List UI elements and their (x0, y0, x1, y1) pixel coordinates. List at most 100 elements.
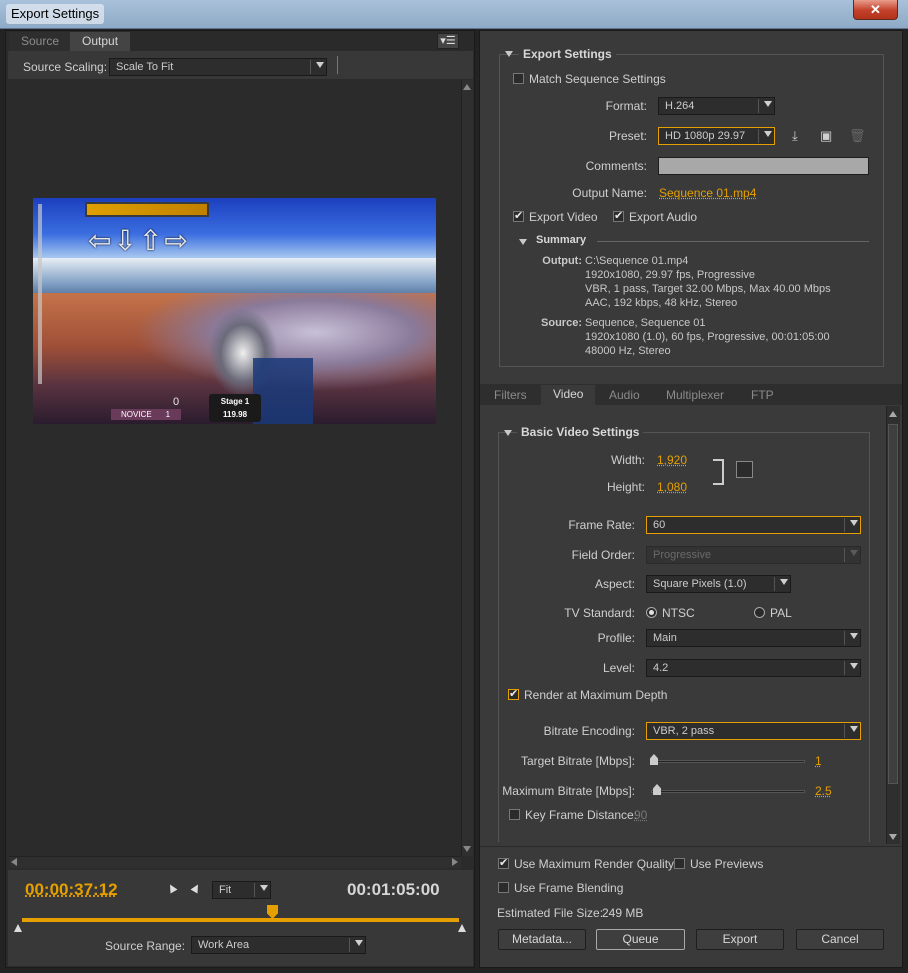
export-video-checkbox[interactable] (513, 209, 524, 222)
collapse-icon[interactable] (505, 51, 513, 57)
save-preset-icon[interactable]: ⤓ (792, 128, 798, 144)
settings-scroll-up-icon[interactable] (889, 411, 897, 417)
tab-multiplexer[interactable]: Multiplexer (656, 386, 735, 405)
comments-label: Comments: (585, 159, 647, 173)
render-max-depth-label: Render at Maximum Depth (524, 688, 668, 702)
work-area-end-icon[interactable] (458, 924, 466, 932)
preview-horizontal-scrollbar[interactable] (9, 856, 461, 868)
preview-vertical-scrollbar[interactable] (461, 80, 473, 856)
scroll-up-icon[interactable] (463, 84, 471, 90)
summary-divider (597, 241, 869, 242)
use-previews-checkbox[interactable] (674, 858, 685, 869)
estimated-size-value: 249 MB (602, 906, 644, 920)
summary-header: Summary (536, 234, 587, 246)
use-max-render-label: Use Maximum Render Quality (514, 857, 675, 871)
source-scaling-label: Source Scaling: (23, 60, 108, 74)
export-button[interactable]: Export (696, 929, 784, 950)
stage-badge: Stage 1 119.98 (209, 394, 261, 422)
summary-output-line-4: AAC, 192 kbps, 48 kHz, Stereo (585, 297, 738, 309)
export-audio-label: Export Audio (629, 210, 698, 224)
difficulty-badge: NOVICE 1 (111, 409, 181, 420)
target-bitrate-value[interactable]: 1 (815, 754, 822, 768)
timeline-track[interactable] (22, 918, 459, 922)
work-area-start-icon[interactable] (14, 924, 22, 932)
window-title: Export Settings (6, 4, 105, 24)
profile-label: Profile: (597, 631, 635, 645)
use-previews-label: Use Previews (690, 857, 764, 871)
use-max-render-checkbox[interactable] (498, 856, 509, 869)
basic-video-header: Basic Video Settings (517, 425, 644, 439)
tab-filters[interactable]: Filters (484, 386, 537, 405)
level-dropdown[interactable]: 4.2 (646, 659, 861, 677)
summary-collapse-icon[interactable] (519, 239, 527, 245)
key-frame-label: Key Frame Distance: (525, 808, 638, 822)
frame-rate-dropdown[interactable]: 60 (646, 516, 861, 534)
max-bitrate-value[interactable]: 2.5 (815, 784, 832, 798)
bitrate-encoding-dropdown[interactable]: VBR, 2 pass (646, 722, 861, 740)
close-button[interactable]: ✕ (853, 0, 898, 20)
tab-video[interactable]: Video (541, 385, 596, 405)
arrow-icons: ⇦⇩⇧⇨ (88, 225, 190, 256)
summary-source-line-2: 1920x1080 (1.0), 60 fps, Progressive, 00… (585, 331, 830, 343)
summary-output-label: Output: (542, 255, 582, 267)
aspect-dropdown[interactable]: Square Pixels (1.0) (646, 575, 791, 593)
output-name-label: Output Name: (572, 186, 647, 200)
source-range-dropdown[interactable]: Work Area (191, 936, 366, 954)
tab-source[interactable]: Source (9, 32, 72, 51)
width-value[interactable]: 1,920 (657, 453, 687, 467)
aspect-label: Aspect: (594, 577, 635, 591)
import-preset-icon[interactable]: ▣ (820, 128, 832, 144)
render-max-depth-checkbox[interactable] (508, 687, 519, 700)
summary-output-line-3: VBR, 1 pass, Target 32.00 Mbps, Max 40.0… (585, 283, 831, 295)
summary-source-label: Source: (541, 317, 582, 329)
key-frame-checkbox[interactable] (509, 809, 520, 820)
field-order-dropdown[interactable]: Progressive (646, 546, 861, 564)
tab-ftp[interactable]: FTP (741, 386, 784, 405)
scroll-down-icon[interactable] (463, 846, 471, 852)
tab-audio[interactable]: Audio (599, 386, 650, 405)
constrain-proportions-checkbox[interactable] (736, 461, 753, 478)
panel-menu-icon[interactable]: ▾☰ (437, 33, 459, 49)
source-range-label: Source Range: (105, 939, 186, 953)
target-bitrate-label: Target Bitrate [Mbps]: (520, 754, 635, 768)
tab-output[interactable]: Output (70, 32, 131, 51)
life-bar (85, 202, 209, 217)
height-value[interactable]: 1,080 (657, 480, 687, 494)
cancel-button[interactable]: Cancel (796, 929, 884, 950)
zoom-dropdown[interactable]: Fit (212, 881, 271, 899)
settings-scroll-down-icon[interactable] (889, 834, 897, 840)
settings-scroll-thumb[interactable] (888, 424, 898, 784)
use-frame-blending-checkbox[interactable] (498, 882, 509, 893)
video-preview-frame: ⇦⇩⇧⇨ Stage 1 119.98 NOVICE 1 0 (33, 198, 436, 424)
divider (337, 56, 338, 74)
summary-source-line-1: Sequence, Sequence 01 (585, 317, 706, 329)
delete-preset-icon[interactable]: 🗑 (849, 128, 866, 144)
basic-video-collapse-icon[interactable] (504, 430, 512, 436)
title-bar (0, 0, 908, 29)
pal-radio[interactable] (754, 607, 765, 618)
output-name-link[interactable]: Sequence 01.mp4 (659, 186, 756, 200)
profile-dropdown[interactable]: Main (646, 629, 861, 647)
current-timecode[interactable]: 00:00:37:12 (25, 880, 118, 900)
format-dropdown[interactable]: H.264 (658, 97, 775, 115)
source-scaling-dropdown[interactable]: Scale To Fit (109, 58, 327, 76)
summary-output-line-2: 1920x1080, 29.97 fps, Progressive (585, 269, 756, 281)
summary-source-line-3: 48000 Hz, Stereo (585, 345, 671, 357)
scroll-left-icon[interactable] (11, 858, 17, 866)
aspect-link-bracket (713, 459, 724, 485)
key-frame-value[interactable]: 90 (634, 808, 647, 822)
match-sequence-checkbox[interactable] (513, 73, 524, 84)
scroll-right-icon[interactable] (452, 858, 458, 866)
max-bitrate-track[interactable] (651, 790, 805, 793)
export-audio-checkbox[interactable] (613, 209, 624, 222)
estimated-size-label: Estimated File Size: (497, 906, 604, 920)
duration-timecode: 00:01:05:00 (347, 880, 440, 899)
queue-button[interactable]: Queue (596, 929, 685, 950)
max-bitrate-label: Maximum Bitrate [Mbps]: (502, 784, 635, 798)
comments-input[interactable] (658, 157, 869, 175)
ntsc-radio[interactable] (646, 607, 657, 618)
export-settings-header: Export Settings (519, 47, 616, 61)
metadata-button[interactable]: Metadata... (498, 929, 586, 950)
target-bitrate-track[interactable] (651, 760, 805, 763)
preset-dropdown[interactable]: HD 1080p 29.97 (658, 127, 775, 145)
